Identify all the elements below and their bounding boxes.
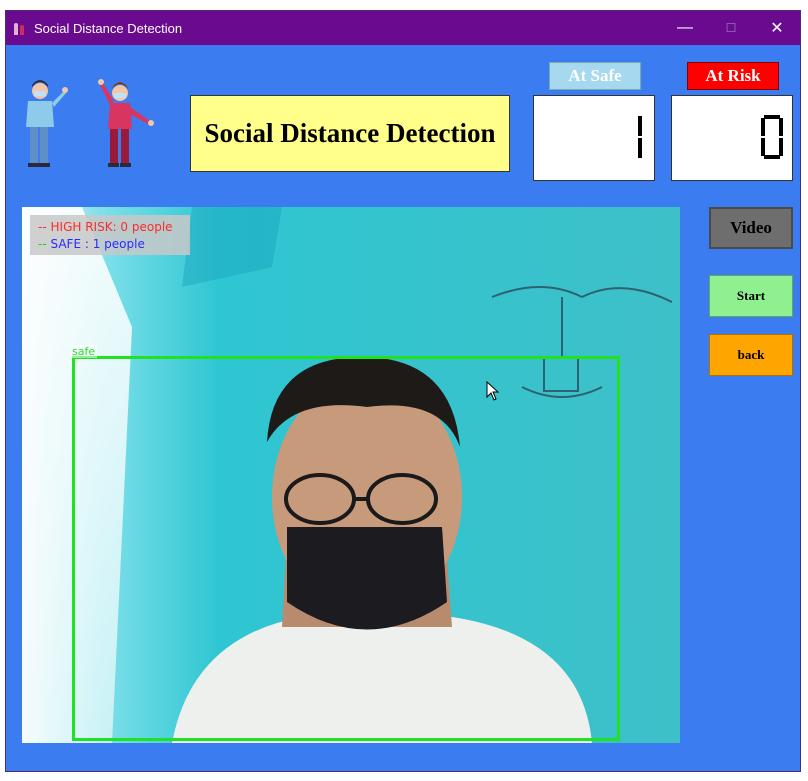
app-title-banner: Social Distance Detection xyxy=(190,95,510,172)
minimize-button[interactable]: — xyxy=(662,11,708,45)
detection-legend: -- HIGH RISK: 0 people -- SAFE : 1 peopl… xyxy=(30,215,190,255)
title-bar: Social Distance Detection — ☐ ✕ xyxy=(6,11,800,45)
digit-zero-icon xyxy=(761,115,783,159)
safe-count-text: SAFE : 1 people xyxy=(50,237,145,251)
back-button[interactable]: back xyxy=(709,334,793,376)
app-window: Social Distance Detection — ☐ ✕ Social D… xyxy=(5,10,801,772)
video-button[interactable]: Video xyxy=(709,207,793,249)
high-risk-dash: -- xyxy=(38,220,47,234)
detection-label: safe xyxy=(70,345,98,358)
risk-count-display: 0 xyxy=(671,95,793,181)
at-safe-label: At Safe xyxy=(549,62,641,90)
digit-one-icon xyxy=(638,116,642,158)
high-risk-count-text: HIGH RISK: 0 people xyxy=(50,220,173,234)
safe-count-display: 1 xyxy=(533,95,655,181)
detection-bounding-box xyxy=(72,356,620,741)
camera-feed: -- HIGH RISK: 0 people -- SAFE : 1 peopl… xyxy=(22,207,680,743)
window-controls: — ☐ ✕ xyxy=(662,11,800,45)
people-illustration-icon xyxy=(26,79,154,167)
start-button[interactable]: Start xyxy=(709,275,793,317)
close-button[interactable]: ✕ xyxy=(754,11,800,45)
maximize-button[interactable]: ☐ xyxy=(708,11,754,45)
people-app-icon xyxy=(14,21,28,35)
mouse-cursor-icon xyxy=(486,381,500,401)
window-title: Social Distance Detection xyxy=(34,20,183,36)
safe-dash: -- xyxy=(38,237,47,251)
at-risk-label: At Risk xyxy=(687,62,779,90)
